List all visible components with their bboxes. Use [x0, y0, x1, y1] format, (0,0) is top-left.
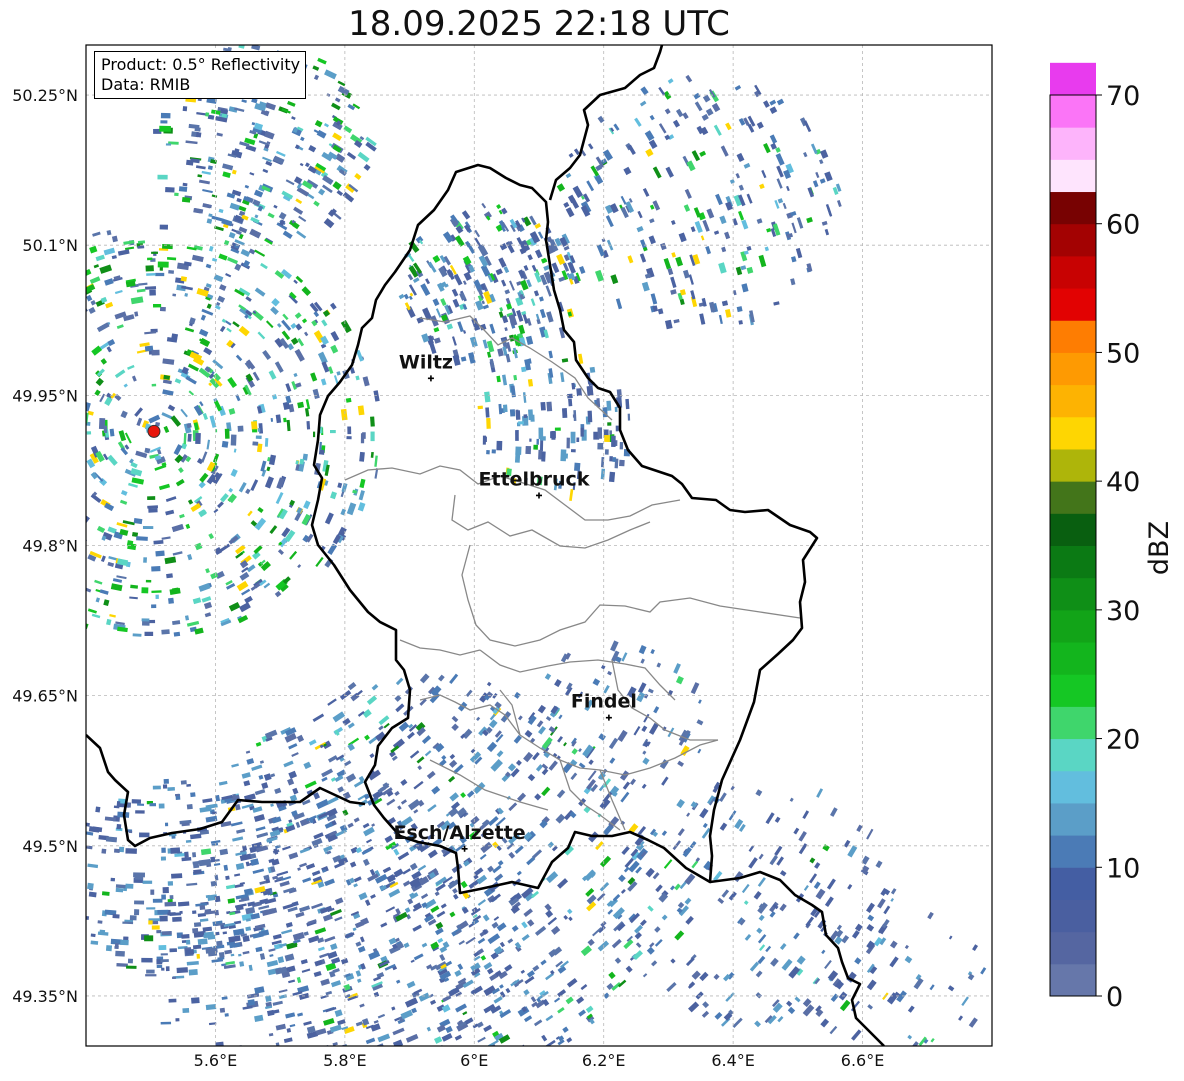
colorbar-cell — [1050, 609, 1096, 643]
colorbar-cell — [1050, 642, 1096, 675]
colorbar-cell — [1050, 127, 1096, 160]
colorbar-cell — [1050, 448, 1096, 482]
colorbar: 0 10 20 30 40 50 60 70 dBZ — [1049, 62, 1175, 1013]
colorbar-cell — [1050, 674, 1096, 707]
colorbar-cell — [1050, 577, 1096, 611]
colorbar-tick-label: 40 — [1106, 467, 1140, 498]
colorbar-tick-label: 20 — [1106, 725, 1140, 756]
colorbar-cell — [1050, 835, 1096, 868]
colorbar-cell — [1050, 931, 1096, 965]
colorbar-tick-label: 0 — [1106, 982, 1123, 1013]
colorbar-cell — [1050, 899, 1096, 933]
colorbar-cell — [1050, 223, 1096, 257]
colorbar-cell — [1050, 62, 1096, 96]
colorbar-cell — [1050, 706, 1096, 740]
colorbar-tick-label: 60 — [1106, 210, 1140, 241]
colorbar-cell — [1050, 416, 1096, 450]
colorbar-label: dBZ — [1144, 521, 1175, 575]
colorbar-cell — [1050, 352, 1096, 386]
colorbar-cell — [1050, 545, 1096, 579]
colorbar-cell — [1050, 963, 1096, 997]
colorbar-cell — [1050, 802, 1096, 836]
colorbar-cell — [1050, 513, 1096, 546]
colorbar-cell — [1050, 320, 1096, 353]
colorbar-tick-label: 30 — [1106, 596, 1140, 627]
colorbar-cell — [1050, 384, 1096, 418]
colorbar-cell — [1050, 481, 1096, 514]
colorbar-tick-label: 50 — [1106, 338, 1140, 369]
colorbar-cell — [1050, 288, 1096, 321]
colorbar-ticks: 0 10 20 30 40 50 60 70 — [1096, 81, 1140, 1013]
colorbar-tick-label: 70 — [1106, 81, 1140, 112]
colorbar-tick-label: 10 — [1106, 853, 1140, 884]
colorbar-cell — [1050, 770, 1096, 804]
colorbar-cell — [1050, 191, 1096, 225]
colorbar-cell — [1050, 159, 1096, 193]
colorbar-cell — [1050, 95, 1096, 128]
colorbar-cell — [1050, 867, 1096, 900]
colorbar-cell — [1050, 738, 1096, 772]
colorbar-cell — [1050, 255, 1096, 289]
colorbar-cells — [1050, 62, 1096, 997]
